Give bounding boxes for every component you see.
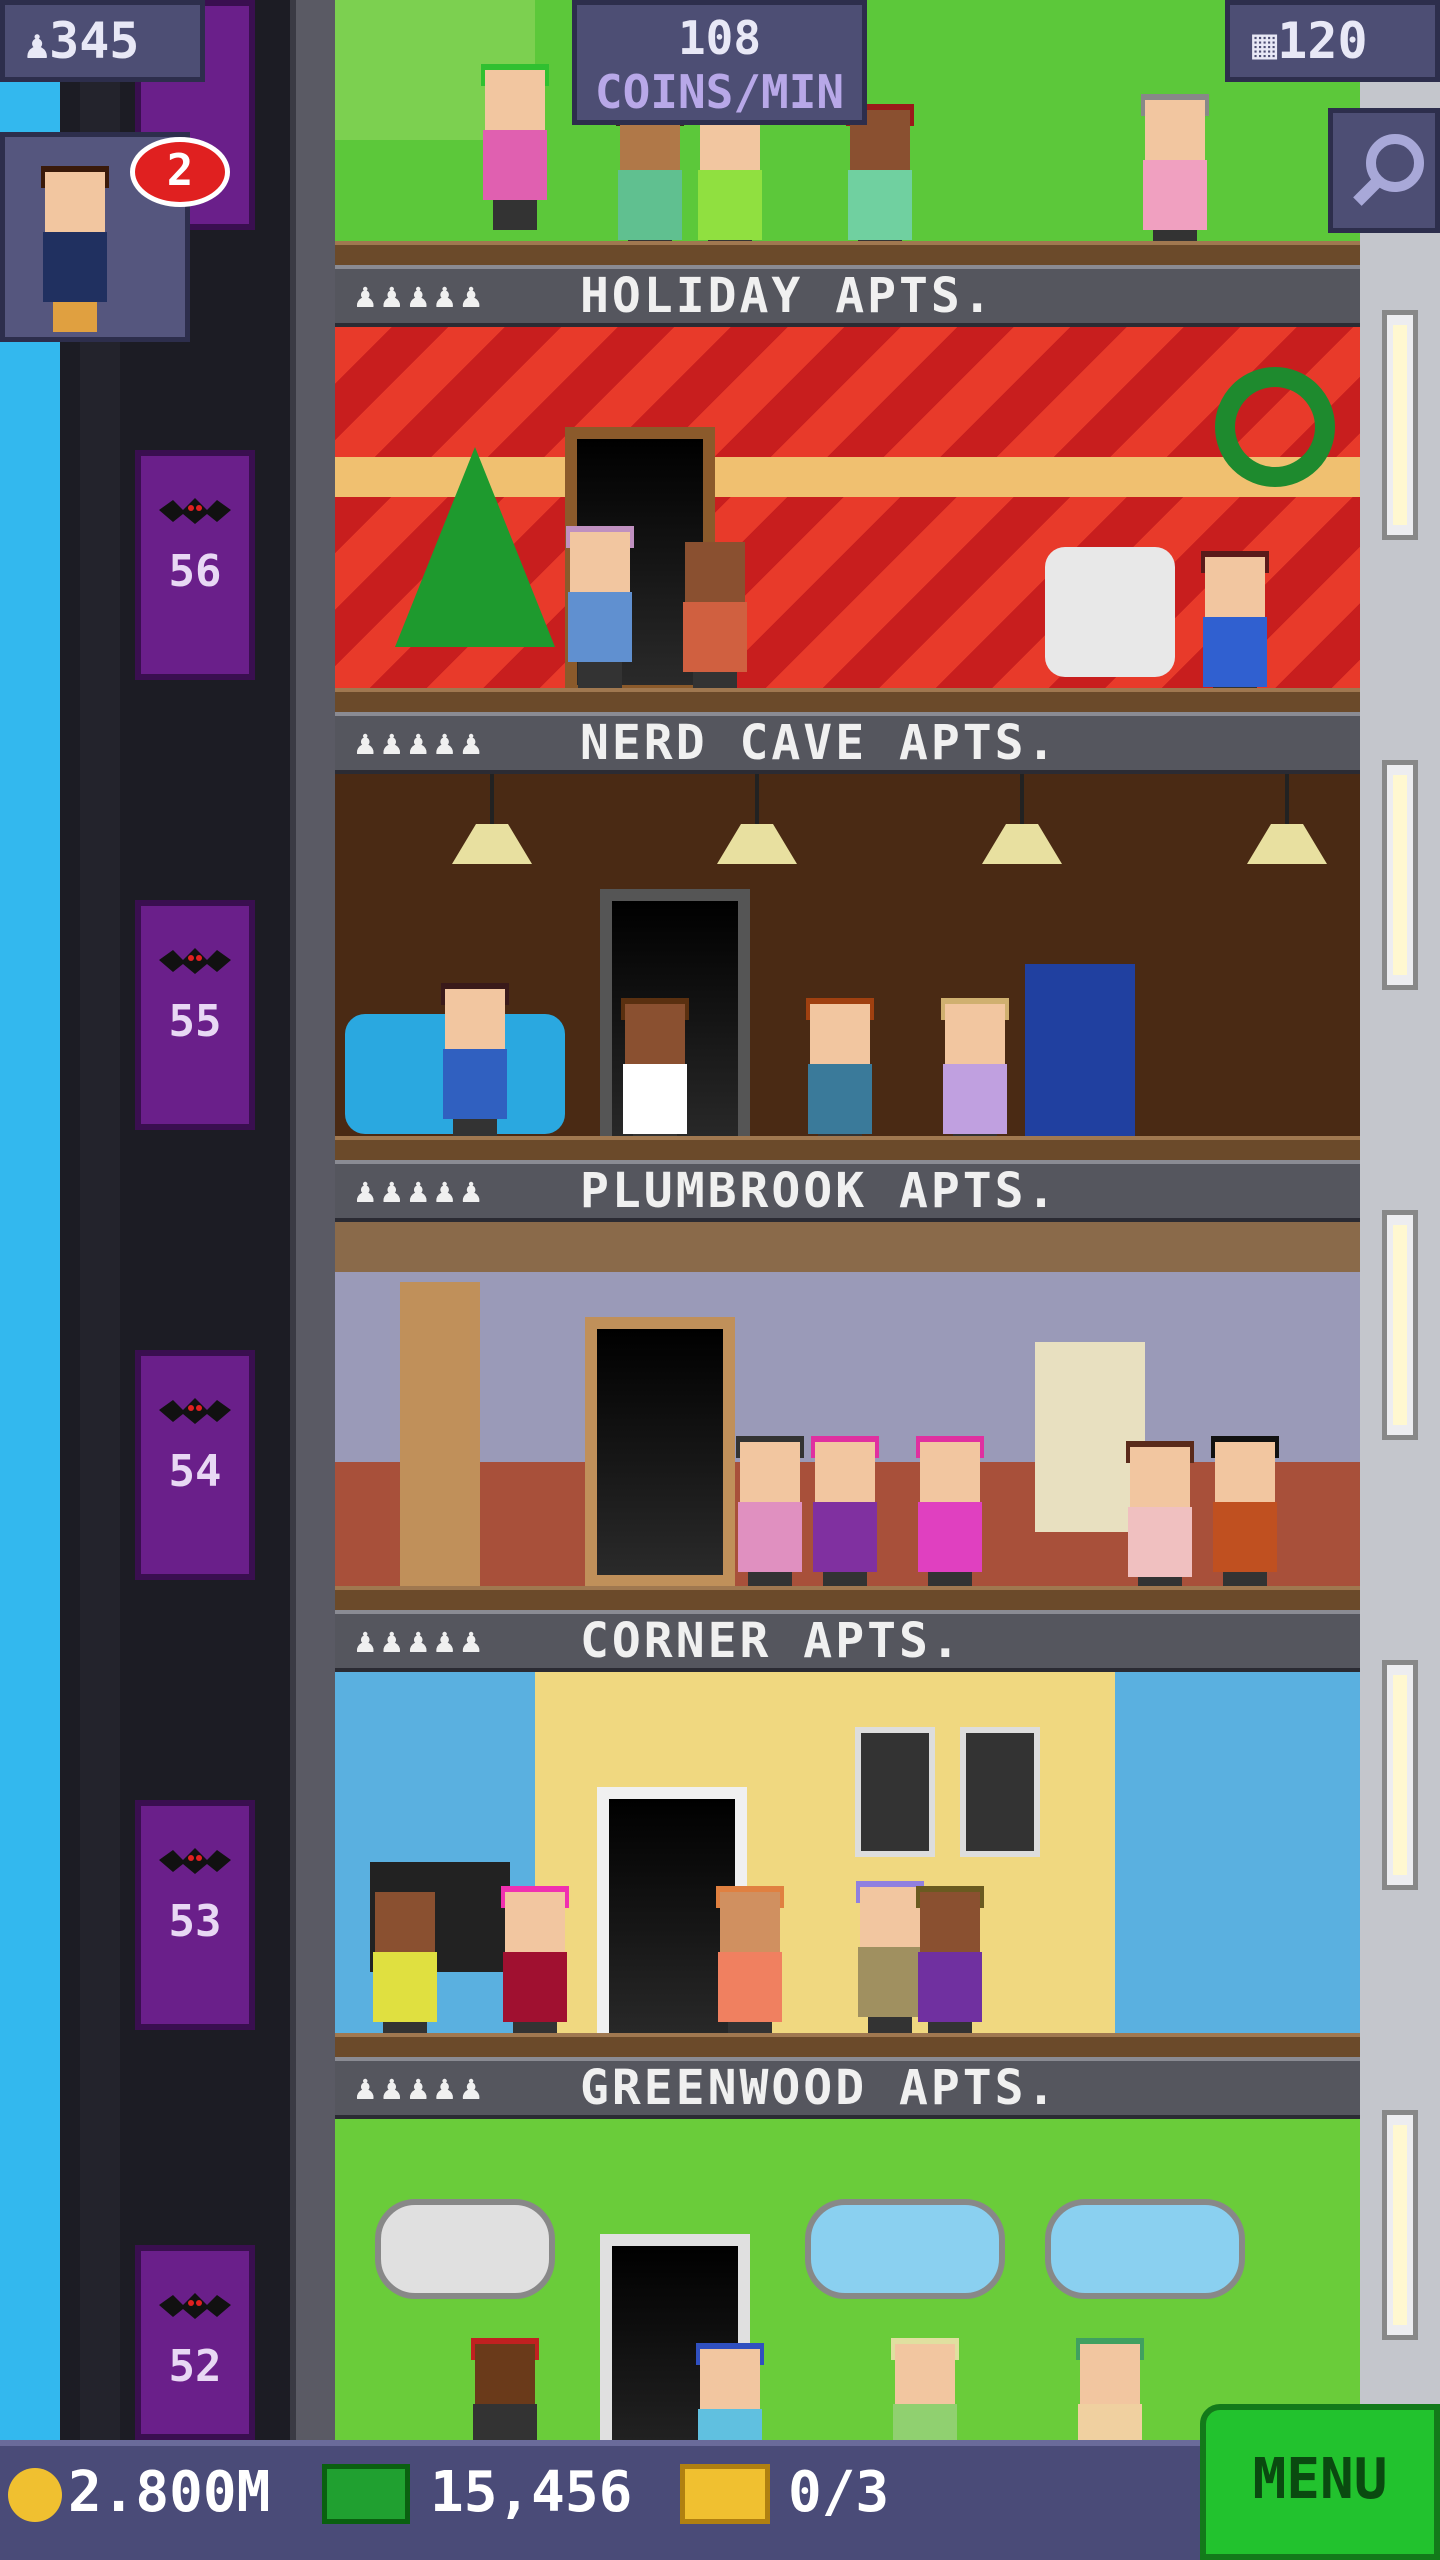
resident[interactable] [475, 64, 555, 230]
menu-button[interactable]: MENU [1200, 2404, 1440, 2560]
ceiling-lamp [982, 824, 1062, 864]
bat-icon [159, 1398, 231, 1424]
bux-amount[interactable]: 15,456 [430, 2460, 632, 2525]
notification-panel[interactable]: 2 [0, 132, 230, 342]
wall-window [1382, 1210, 1418, 1440]
elevator-floor-number: 56 [168, 546, 222, 597]
wall-frame [855, 1727, 935, 1857]
bux-icon [322, 2464, 410, 2524]
bat-icon [159, 948, 231, 974]
room-floor [335, 1586, 1360, 1610]
resident[interactable] [365, 1886, 445, 2052]
floor-label-holiday[interactable]: ♟♟♟♟♟ HOLIDAY APTS. [335, 265, 1360, 327]
resident[interactable] [910, 1886, 990, 2052]
coins-amount[interactable]: 2.800M [68, 2460, 270, 2525]
wreath-icon [1215, 367, 1335, 487]
elevator-car[interactable]: 53 [135, 1800, 255, 2030]
elevator-car[interactable]: 55 [135, 900, 255, 1130]
floor-name: GREENWOOD APTS. [580, 2060, 1059, 2116]
room-holiday[interactable] [335, 327, 1360, 712]
floor-capacity-icons: ♟♟♟♟♟ [355, 276, 488, 316]
floor-name: NERD CAVE APTS. [580, 715, 1059, 771]
sky [0, 0, 60, 2440]
resident[interactable] [710, 1886, 790, 2052]
floor-label-plumbrook[interactable]: ♟♟♟♟♟ PLUMBROOK APTS. [335, 1160, 1360, 1222]
room-door [585, 1317, 735, 1587]
ceiling-lamp [1247, 824, 1327, 864]
bat-icon [159, 2293, 231, 2319]
elevator-floor-number: 55 [168, 996, 222, 1047]
elevator-car[interactable]: 54 [135, 1350, 255, 1580]
floor-label-greenwood[interactable]: ♟♟♟♟♟ GREENWOOD APTS. [335, 2057, 1360, 2119]
floor-capacity-icons: ♟♟♟♟♟ [355, 2068, 488, 2108]
elevator-floor-number: 52 [168, 2341, 222, 2392]
resident[interactable] [495, 1886, 575, 2052]
ceiling-lamp [717, 824, 797, 864]
elevator-car[interactable]: 52 [135, 2245, 255, 2440]
elevator-floor-number: 54 [168, 1446, 222, 1497]
resident-avatar [35, 166, 115, 332]
floor-name: HOLIDAY APTS. [580, 268, 995, 324]
magnifier-icon [1353, 134, 1424, 206]
resident[interactable] [1205, 1436, 1285, 1602]
building-icon: ▦ [1252, 19, 1278, 68]
notification-badge: 2 [130, 137, 230, 207]
room-floor [335, 1136, 1360, 1160]
floor-capacity-icons: ♟♟♟♟♟ [355, 1621, 488, 1661]
coin-icon [8, 2468, 62, 2522]
wall-window [1045, 2199, 1245, 2299]
christmas-tree [395, 447, 555, 647]
ceiling-lamp [452, 824, 532, 864]
resident[interactable] [910, 1436, 990, 1602]
room-floor [335, 241, 1360, 265]
floor-capacity-icons: ♟♟♟♟♟ [355, 1171, 488, 1211]
wall-window [1382, 1660, 1418, 1890]
floor-label-nerd-cave[interactable]: ♟♟♟♟♟ NERD CAVE APTS. [335, 712, 1360, 774]
arcade-cabinet [1025, 964, 1135, 1144]
floor-counter[interactable]: ▦120 [1225, 0, 1440, 82]
resident[interactable] [560, 526, 640, 692]
tower-column [290, 0, 341, 2440]
resident[interactable] [730, 1436, 810, 1602]
wall-mirror [375, 2199, 555, 2299]
resident[interactable] [465, 2338, 545, 2440]
wall-window [1382, 310, 1418, 540]
floor-label-corner[interactable]: ♟♟♟♟♟ CORNER APTS. [335, 1610, 1360, 1672]
shaft-stripe [80, 0, 120, 2440]
resident[interactable] [690, 2343, 770, 2440]
resident[interactable] [805, 1436, 885, 1602]
person-icon: ♟ [25, 22, 50, 68]
resident[interactable] [1070, 2338, 1150, 2440]
elevator-car[interactable]: 56 [135, 450, 255, 680]
resident[interactable] [435, 983, 515, 1149]
room-floor [335, 2033, 1360, 2057]
floor-name: CORNER APTS. [580, 1613, 963, 1669]
wall-frame [960, 1727, 1040, 1857]
room-corner[interactable] [335, 1672, 1360, 2057]
room-floor [335, 688, 1360, 712]
elevator-floor-number: 53 [168, 1896, 222, 1947]
tickets-count[interactable]: 0/3 [788, 2460, 889, 2525]
ticket-icon [680, 2464, 770, 2524]
population-counter[interactable]: ♟345 [0, 0, 205, 82]
resident[interactable] [675, 542, 755, 702]
floor-capacity-icons: ♟♟♟♟♟ [355, 723, 488, 763]
floor-name: PLUMBROOK APTS. [580, 1163, 1059, 1219]
coins-per-minute: 108 COINS/MIN [572, 0, 867, 125]
wall-window [805, 2199, 1005, 2299]
resident[interactable] [885, 2338, 965, 2440]
bat-icon [159, 498, 231, 524]
wall-window [1382, 760, 1418, 990]
room-nerd-cave[interactable] [335, 774, 1360, 1160]
armchair [1045, 547, 1175, 677]
resident[interactable] [1120, 1441, 1200, 1607]
room-plumbrook[interactable] [335, 1222, 1360, 1610]
room-greenwood[interactable] [335, 2119, 1360, 2440]
wall-window [1382, 2110, 1418, 2340]
zoom-button[interactable] [1328, 108, 1440, 233]
bat-icon [159, 1848, 231, 1874]
curtain [400, 1282, 480, 1602]
resident[interactable] [1135, 94, 1215, 260]
